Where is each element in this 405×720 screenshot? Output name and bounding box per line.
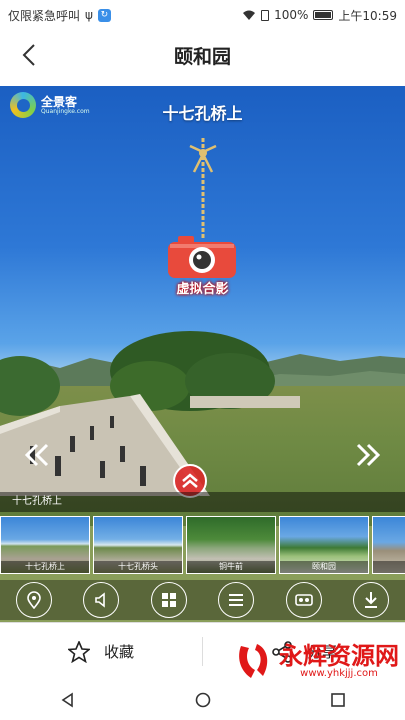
panorama-viewer[interactable]: 全景客 Quanjingke.com 十七孔桥上 虚拟合影 十七孔桥上 十七孔桥… [0, 86, 405, 622]
double-chevron-right-icon [356, 443, 381, 467]
camera-icon [168, 236, 236, 278]
location-button[interactable] [15, 582, 52, 618]
grid-view-button[interactable] [150, 582, 187, 618]
battery-icon [313, 10, 334, 20]
app-notification-icon: ↻ [97, 8, 111, 22]
vr-mode-button[interactable] [285, 582, 322, 618]
favorite-label: 收藏 [103, 643, 134, 661]
viewer-toolbar [0, 580, 405, 620]
scene-thumbnail[interactable]: 颐和园 [279, 516, 369, 574]
grid-icon [161, 593, 176, 607]
back-button[interactable] [14, 40, 44, 70]
system-nav-bar [0, 680, 405, 720]
scene-title: 十七孔桥上 [162, 104, 243, 123]
double-chevron-up-icon [182, 473, 198, 488]
nav-bar: 颐和园 [0, 30, 405, 80]
star-icon [67, 640, 90, 663]
watermark-logo [239, 644, 268, 678]
knot-icon [189, 144, 217, 173]
wifi-icon [243, 10, 256, 20]
current-scene-label: 十七孔桥上 [0, 492, 405, 512]
battery-percent: 100% [274, 8, 309, 22]
prev-scene-button[interactable] [22, 440, 52, 470]
sim-icon [261, 9, 270, 21]
double-chevron-left-icon [24, 443, 49, 467]
location-pin-icon [26, 591, 41, 609]
virtual-photo-label: 虚拟合影 [176, 282, 229, 297]
scene-thumbnail-strip[interactable]: 十七孔桥上 十七孔桥头 铜牛前 颐和园 [0, 516, 405, 576]
speaker-icon [95, 592, 106, 608]
status-bar: 仅限紧急呼叫 ψ ↻ 100% 上午10:59 [0, 0, 405, 30]
watermark-text: 永辉资源网 [279, 641, 399, 670]
scene-thumbnail[interactable]: 十七孔桥头 [93, 516, 183, 574]
recents-square-icon[interactable] [330, 692, 346, 708]
scene-thumbnail[interactable] [372, 516, 405, 574]
sound-button[interactable] [83, 582, 120, 618]
virtual-photo-button[interactable] [166, 234, 238, 284]
next-scene-button[interactable] [353, 440, 383, 470]
home-circle-icon[interactable] [195, 692, 211, 708]
favorite-button[interactable]: 收藏 [0, 623, 202, 680]
usb-icon: ψ [85, 8, 93, 22]
scene-thumbnail[interactable]: 铜牛前 [186, 516, 276, 574]
vr-glasses-icon [294, 594, 313, 606]
watermark: 永辉资源网 www.yhkjjj.com [233, 640, 399, 682]
list-button[interactable] [218, 582, 255, 618]
download-icon [365, 592, 378, 608]
download-button[interactable] [353, 582, 390, 618]
status-text: 仅限紧急呼叫 [8, 8, 81, 23]
back-triangle-icon[interactable] [60, 692, 76, 708]
scene-thumbnail[interactable]: 十七孔桥上 [0, 516, 90, 574]
chevron-left-icon [22, 44, 35, 66]
clock: 上午10:59 [338, 8, 397, 23]
list-icon [229, 594, 244, 606]
page-title: 颐和园 [173, 45, 231, 68]
